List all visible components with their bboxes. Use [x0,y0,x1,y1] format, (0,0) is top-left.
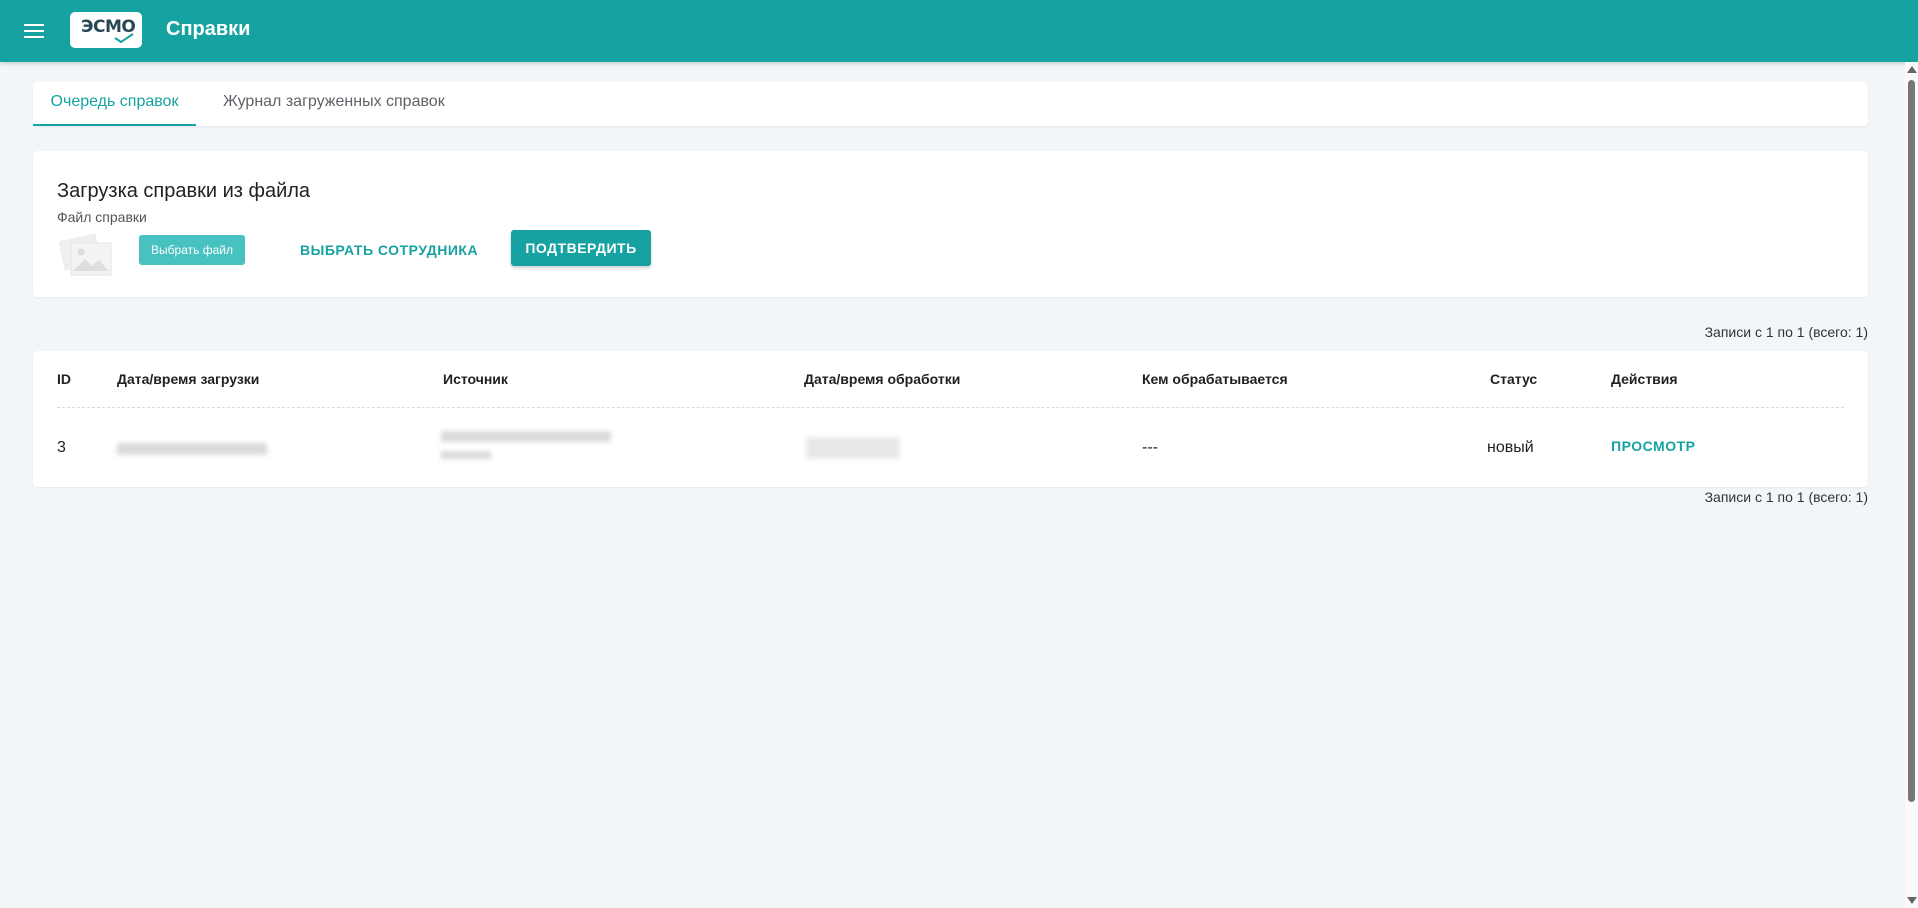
column-header-processed-by: Кем обрабатывается [1142,371,1288,387]
logo[interactable]: ЭСМО [70,12,142,48]
select-employee-button[interactable]: ВЫБРАТЬ СОТРУДНИКА [292,233,486,267]
menu-icon[interactable] [20,19,48,43]
scroll-down-icon[interactable] [1907,897,1917,904]
scroll-up-icon[interactable] [1907,66,1917,73]
cell-upload-datetime-redacted [117,443,267,455]
records-info-top: Записи с 1 по 1 (всего: 1) [1704,324,1868,340]
tab-queue[interactable]: Очередь справок [33,82,196,126]
app-bar: ЭСМО Справки [0,0,1918,62]
choose-file-button[interactable]: Выбрать файл [139,235,245,265]
upload-card: Загрузка справки из файла Файл справки В… [33,151,1868,297]
cell-source-subtext-redacted [441,451,491,459]
column-header-process-datetime: Дата/время обработки [804,371,961,387]
column-header-id: ID [57,371,71,387]
view-button[interactable]: ПРОСМОТР [1611,438,1695,454]
image-placeholder-icon [59,233,112,276]
column-header-source: Источник [443,371,508,387]
confirm-button[interactable]: ПОДТВЕРДИТЬ [511,230,651,266]
logo-check-icon [114,33,134,44]
records-info-bottom: Записи с 1 по 1 (всего: 1) [1704,489,1868,505]
scroll-thumb[interactable] [1908,80,1915,802]
tabs-bar: Очередь справок Журнал загруженных справ… [33,82,1868,126]
column-header-actions: Действия [1611,371,1678,387]
cell-processed-by: --- [1142,439,1158,456]
column-header-status: Статус [1490,371,1538,387]
references-table: ID Дата/время загрузки Источник Дата/вре… [33,351,1868,487]
tab-journal[interactable]: Журнал загруженных справок [223,82,445,126]
cell-process-datetime-redacted [806,437,900,459]
file-label: Файл справки [57,209,147,225]
cell-source-redacted [441,431,611,442]
page-title: Справки [166,18,251,40]
column-header-upload-datetime: Дата/время загрузки [117,371,260,387]
status-badge: новый [1487,439,1534,456]
vertical-scrollbar[interactable] [1905,62,1918,908]
header-divider [57,407,1844,408]
upload-title: Загрузка справки из файла [57,180,311,202]
cell-id: 3 [57,439,66,456]
